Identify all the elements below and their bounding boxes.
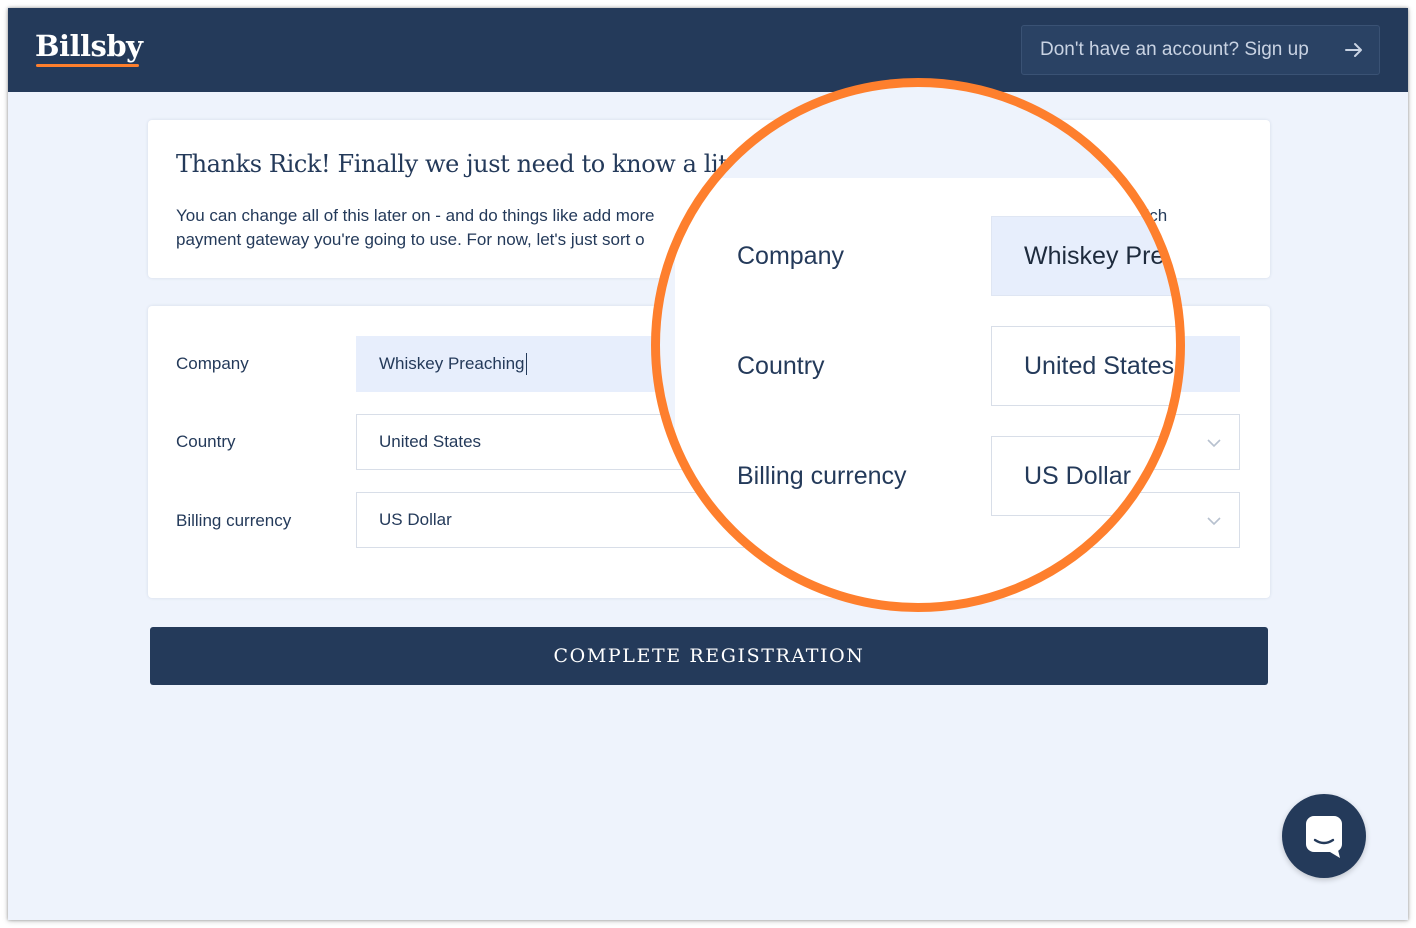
country-select-value: United States bbox=[379, 432, 482, 451]
logo-underline bbox=[36, 64, 139, 67]
chat-launcher-button[interactable] bbox=[1282, 794, 1366, 878]
signup-button[interactable]: Don't have an account? Sign up bbox=[1021, 25, 1380, 75]
company-input-value: Whiskey Preaching bbox=[379, 354, 525, 373]
billing-currency-value: US Dollar bbox=[379, 510, 452, 529]
complete-registration-button[interactable]: COMPLETE REGISTRATION bbox=[150, 627, 1268, 685]
signup-label: Don't have an account? Sign up bbox=[1040, 39, 1309, 60]
chat-bubble-icon bbox=[1306, 816, 1342, 858]
billing-currency-label: Billing currency bbox=[176, 511, 292, 530]
company-label: Company bbox=[176, 354, 249, 373]
top-navigation-bar: Billsby Don't have an account? Sign up bbox=[8, 8, 1408, 92]
chevron-down-icon bbox=[1207, 439, 1221, 448]
chevron-down-icon bbox=[1207, 517, 1221, 526]
billsby-logo[interactable]: Billsby bbox=[35, 29, 143, 63]
arrow-right-icon bbox=[1345, 43, 1362, 57]
country-label: Country bbox=[176, 432, 236, 451]
zoom-highlight-ring bbox=[651, 78, 1185, 612]
text-caret bbox=[525, 353, 527, 375]
